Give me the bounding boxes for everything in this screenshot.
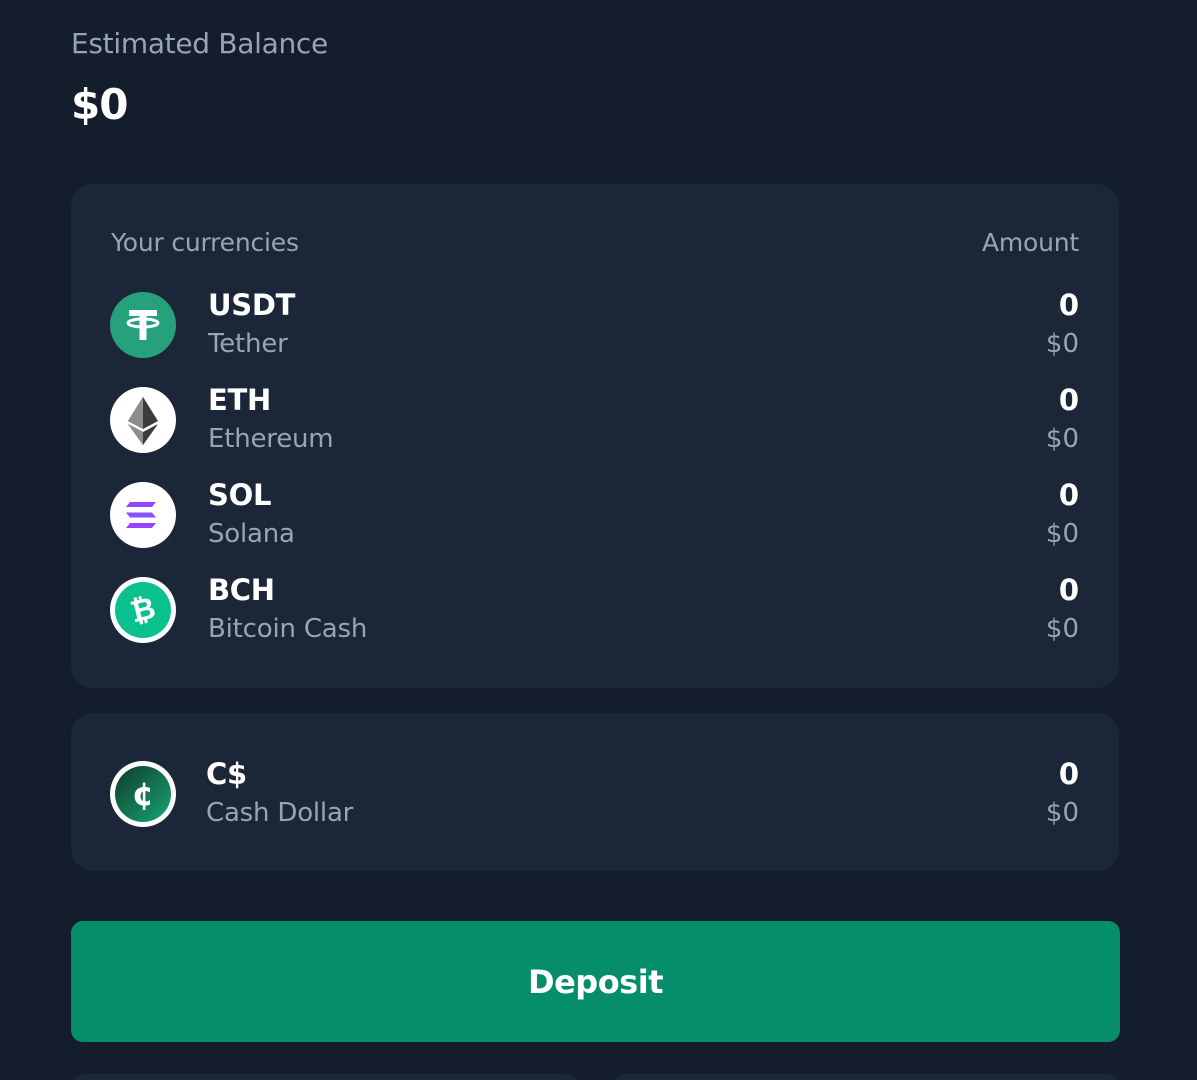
currency-name: Cash Dollar <box>206 798 354 828</box>
ethereum-icon <box>110 387 176 453</box>
currency-usd-value: $0 <box>1045 614 1079 644</box>
currency-amount: 0 <box>1058 383 1079 417</box>
secondary-button-left[interactable] <box>71 1074 579 1080</box>
tether-icon <box>110 292 176 358</box>
currency-symbol: ETH <box>208 383 271 417</box>
currency-row-cash-dollar[interactable]: ¢ C$ Cash Dollar 0 $0 <box>0 757 1197 841</box>
wallet-page: Estimated Balance $0 Your currencies Amo… <box>0 0 1197 1080</box>
secondary-button-right[interactable] <box>612 1074 1120 1080</box>
currencies-header: Your currencies <box>111 228 299 257</box>
currency-amount: 0 <box>1058 478 1079 512</box>
currency-usd-value: $0 <box>1045 798 1079 828</box>
cash-dollar-icon: ¢ <box>110 761 176 827</box>
currency-name: Tether <box>208 329 288 359</box>
currency-row-sol[interactable]: SOL Solana 0 $0 <box>0 478 1197 562</box>
currency-symbol: SOL <box>208 478 272 512</box>
currency-usd-value: $0 <box>1045 329 1079 359</box>
currency-symbol: BCH <box>208 573 275 607</box>
svg-text:¢: ¢ <box>132 775 154 813</box>
currency-name: Ethereum <box>208 424 334 454</box>
estimated-balance-label: Estimated Balance <box>71 27 328 60</box>
amount-header: Amount <box>981 228 1079 257</box>
solana-icon <box>110 482 176 548</box>
currency-symbol: C$ <box>206 757 247 791</box>
estimated-balance-value: $0 <box>71 80 128 129</box>
currency-usd-value: $0 <box>1045 519 1079 549</box>
bitcoin-cash-icon: ₿ <box>110 577 176 643</box>
currency-symbol: USDT <box>208 288 296 322</box>
currency-amount: 0 <box>1058 288 1079 322</box>
currency-amount: 0 <box>1058 757 1079 791</box>
currency-row-eth[interactable]: ETH Ethereum 0 $0 <box>0 383 1197 467</box>
deposit-button[interactable]: Deposit <box>71 921 1120 1042</box>
currency-name: Bitcoin Cash <box>208 614 368 644</box>
currency-row-usdt[interactable]: USDT Tether 0 $0 <box>0 288 1197 372</box>
currency-name: Solana <box>208 519 295 549</box>
currency-row-bch[interactable]: ₿ BCH Bitcoin Cash 0 $0 <box>0 573 1197 657</box>
currency-usd-value: $0 <box>1045 424 1079 454</box>
currency-amount: 0 <box>1058 573 1079 607</box>
